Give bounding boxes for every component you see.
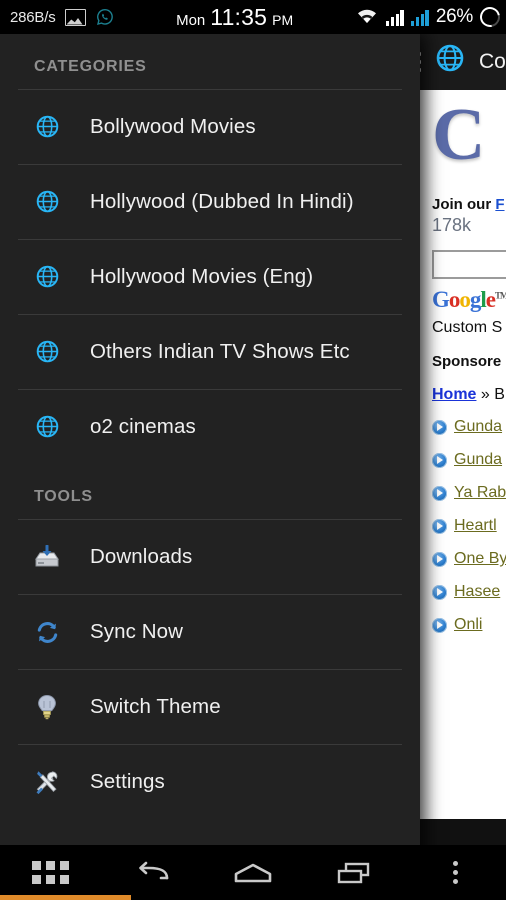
follower-count: 178k xyxy=(432,215,472,236)
navigation-drawer: CATEGORIES Bollywood Movies Hollywood (D… xyxy=(0,34,420,864)
status-time: 11:35 xyxy=(210,3,268,30)
list-item[interactable]: Ya Rab xyxy=(432,484,506,502)
list-item[interactable]: Heartl xyxy=(432,517,506,535)
apps-grid-icon[interactable] xyxy=(0,861,101,884)
play-icon xyxy=(432,518,447,534)
movie-link[interactable]: Gunda xyxy=(454,418,502,436)
sidebar-item-sync-now[interactable]: Sync Now xyxy=(0,595,420,669)
movie-link[interactable]: Gunda xyxy=(454,451,502,469)
play-icon xyxy=(432,419,447,435)
status-bar: 286B/s Mon 11:35 PM 26% xyxy=(0,0,506,34)
network-speed-text: 286B/s xyxy=(10,8,56,26)
webview[interactable]: C Join our F 178k GoogleTM Custom S Spon… xyxy=(420,90,506,819)
sidebar-item-label: Sync Now xyxy=(90,620,184,643)
overflow-menu-icon[interactable] xyxy=(405,861,506,884)
join-link[interactable]: F xyxy=(495,196,504,213)
sidebar-item-label: Hollywood (Dubbed In Hindi) xyxy=(90,190,354,213)
sidebar-item-switch-theme[interactable]: Switch Theme xyxy=(0,670,420,744)
sidebar-item-hollywood-dubbed-in-hindi[interactable]: Hollywood (Dubbed In Hindi) xyxy=(0,165,420,239)
movie-link[interactable]: Ya Rab xyxy=(454,484,506,502)
movie-link[interactable]: Hasee xyxy=(454,583,500,601)
play-icon xyxy=(432,551,447,567)
status-bar-clock: Mon 11:35 PM xyxy=(115,4,355,31)
join-text: Join our F xyxy=(432,196,506,213)
google-tm: TM xyxy=(495,290,506,301)
movie-link-list: Gunda Gunda Ya Rab Heartl One By Hasee O… xyxy=(432,418,506,634)
sidebar-item-others-indian-tv-shows-etc[interactable]: Others Indian TV Shows Etc xyxy=(0,315,420,389)
list-item[interactable]: Gunda xyxy=(432,451,506,469)
site-logo: C xyxy=(432,94,485,176)
list-item[interactable]: Onli xyxy=(432,616,506,634)
whatsapp-icon xyxy=(95,7,115,27)
google-logo: GoogleTM xyxy=(432,287,506,313)
tools-icon xyxy=(34,769,60,795)
globe-icon xyxy=(34,114,60,140)
wifi-icon xyxy=(355,6,379,29)
custom-search-label: Custom S xyxy=(432,319,503,337)
sidebar-item-bollywood-movies[interactable]: Bollywood Movies xyxy=(0,90,420,164)
movie-link[interactable]: One By xyxy=(454,550,506,568)
list-item[interactable]: One By xyxy=(432,550,506,568)
sidebar-item-settings[interactable]: Settings xyxy=(0,745,420,819)
app-title: Co xyxy=(479,50,506,73)
globe-icon xyxy=(433,43,467,82)
play-icon xyxy=(432,485,447,501)
breadcrumb-home-link[interactable]: Home xyxy=(432,386,476,403)
breadcrumb: Home » B xyxy=(432,386,506,404)
search-input[interactable] xyxy=(432,250,506,280)
join-prefix: Join our xyxy=(432,196,496,214)
status-day: Mon xyxy=(176,11,206,29)
lightbulb-icon xyxy=(34,694,60,720)
download-tray-icon xyxy=(34,544,60,570)
drawer-section-header-categories: CATEGORIES xyxy=(34,58,147,75)
globe-icon xyxy=(34,189,60,215)
sidebar-item-label: o2 cinemas xyxy=(90,415,196,438)
home-icon[interactable] xyxy=(202,861,303,885)
image-icon xyxy=(64,8,86,26)
signal-bars-icon-blue xyxy=(410,9,429,26)
drawer-section-header-tools: TOOLS xyxy=(34,488,93,505)
battery-ring-icon xyxy=(476,3,504,31)
status-bar-right: 26% xyxy=(355,3,504,31)
list-item[interactable]: Hasee xyxy=(432,583,506,601)
movie-link[interactable]: Heartl xyxy=(454,517,497,535)
breadcrumb-separator: » B xyxy=(476,386,505,404)
sidebar-item-label: Others Indian TV Shows Etc xyxy=(90,340,350,363)
play-icon xyxy=(432,452,447,468)
status-ampm: PM xyxy=(272,11,294,28)
globe-icon xyxy=(34,414,60,440)
movie-link[interactable]: Onli xyxy=(454,616,482,634)
battery-percent-text: 26% xyxy=(435,6,473,27)
globe-icon xyxy=(34,339,60,365)
sync-icon xyxy=(34,619,60,645)
back-icon[interactable] xyxy=(101,860,202,886)
recents-icon[interactable] xyxy=(304,861,405,885)
globe-icon xyxy=(34,264,60,290)
sidebar-item-label: Hollywood Movies (Eng) xyxy=(90,265,314,288)
sidebar-item-label: Settings xyxy=(90,770,165,793)
signal-bars-icon xyxy=(385,9,404,26)
sidebar-item-label: Bollywood Movies xyxy=(90,115,256,138)
system-navigation-bar xyxy=(0,845,506,900)
status-bar-left: 286B/s xyxy=(10,7,115,27)
sidebar-item-o2-cinemas[interactable]: o2 cinemas xyxy=(0,390,420,464)
sponsored-label: Sponsore xyxy=(432,353,502,371)
sidebar-item-hollywood-movies-eng[interactable]: Hollywood Movies (Eng) xyxy=(0,240,420,314)
sidebar-item-label: Downloads xyxy=(90,545,193,568)
sidebar-item-downloads[interactable]: Downloads xyxy=(0,520,420,594)
sidebar-item-label: Switch Theme xyxy=(90,695,221,718)
play-icon xyxy=(432,584,447,600)
list-item[interactable]: Gunda xyxy=(432,418,506,436)
progress-bar xyxy=(0,895,131,900)
play-icon xyxy=(432,617,447,633)
android-screen: 286B/s Mon 11:35 PM 26% Co C Join our F … xyxy=(0,0,506,900)
